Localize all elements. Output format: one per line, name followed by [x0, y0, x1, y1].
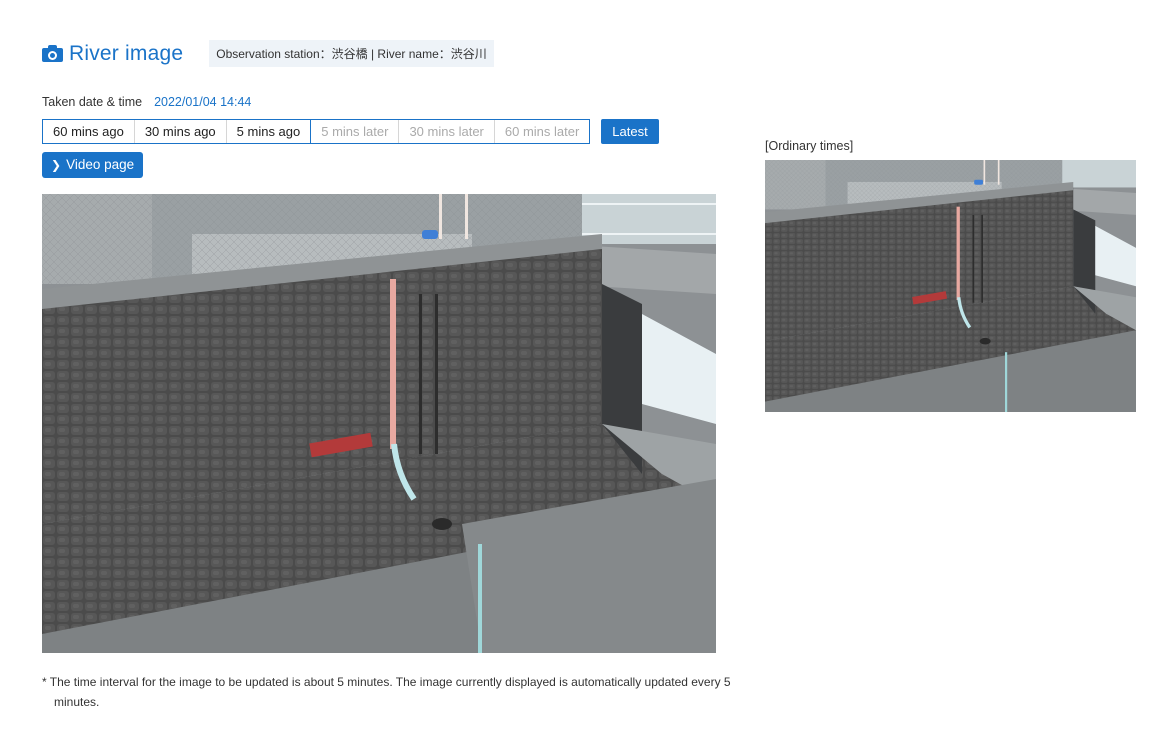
page-title: River image — [69, 41, 184, 65]
latest-button[interactable]: Latest — [601, 119, 659, 144]
video-page-button[interactable]: ❯ Video page — [42, 152, 144, 178]
update-interval-note: * The time interval for the image to be … — [42, 675, 731, 709]
5-mins-ago-button[interactable]: 5 mins ago — [226, 120, 312, 143]
river-scene — [42, 194, 716, 653]
river-camera-image — [42, 194, 716, 653]
30-mins-later-button: 30 mins later — [399, 120, 495, 143]
chevron-right-icon: ❯ — [51, 158, 62, 172]
60-mins-ago-button[interactable]: 60 mins ago — [43, 120, 135, 143]
ordinary-times-image — [765, 160, 1136, 412]
page-header: River image Observation station：渋谷橋 | Ri… — [42, 40, 494, 67]
ordinary-times-label: [Ordinary times] — [765, 139, 854, 153]
station-info: Observation station：渋谷橋 | River name：渋谷川 — [209, 40, 494, 67]
video-page-label: Video page — [66, 157, 135, 172]
time-navigation: 60 mins ago 30 mins ago 5 mins ago 5 min… — [42, 119, 591, 144]
camera-icon — [42, 45, 63, 62]
5-mins-later-button: 5 mins later — [311, 120, 400, 143]
taken-datetime: Taken date & time 2022/01/04 14:44 — [42, 95, 251, 109]
30-mins-ago-button[interactable]: 30 mins ago — [134, 120, 227, 143]
taken-value: 2022/01/04 14:44 — [154, 95, 252, 109]
river-scene-reference — [765, 160, 1136, 412]
60-mins-later-button: 60 mins later — [494, 120, 590, 143]
taken-label: Taken date & time — [42, 95, 143, 109]
